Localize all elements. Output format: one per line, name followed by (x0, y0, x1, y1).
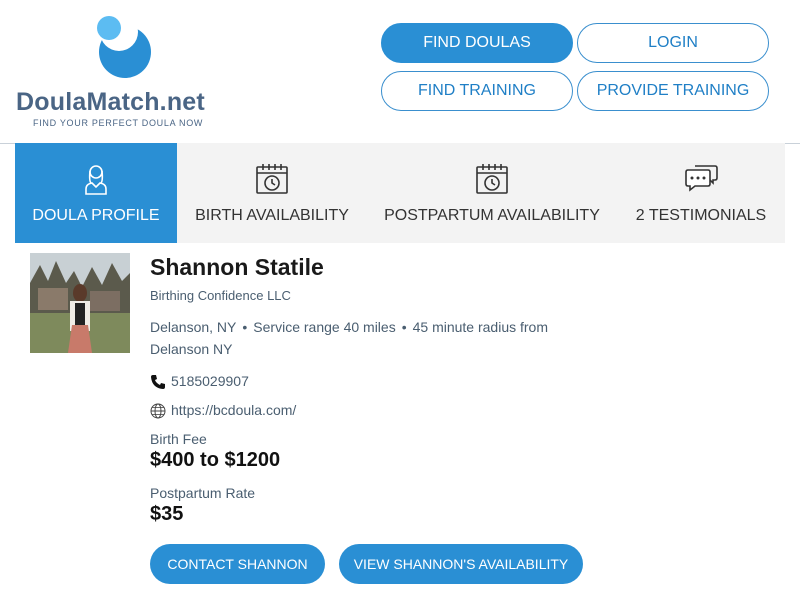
business-name: Birthing Confidence LLC (150, 288, 291, 303)
postpartum-rate-label: Postpartum Rate (150, 485, 256, 501)
birth-fee-value: $400 to $1200 (150, 449, 281, 471)
tab-testimonials[interactable]: 2 TESTIMONIALS (617, 143, 785, 243)
location: Delanson, NY (150, 319, 237, 335)
tab-postpartum-availability[interactable]: POSTPARTUM AVAILABILITY (367, 143, 617, 243)
provide-training-button[interactable]: PROVIDE TRAINING (577, 71, 769, 111)
service-range: Service range 40 miles (253, 319, 396, 335)
doula-logo-icon (97, 13, 151, 78)
view-availability-button[interactable]: VIEW SHANNON'S AVAILABILITY (339, 544, 583, 584)
chat-bubbles-icon (685, 165, 718, 192)
person-icon (85, 165, 107, 195)
site-header: DoulaMatch.net FIND YOUR PERFECT DOULA N… (0, 0, 800, 144)
location-info: Delanson, NY • Service range 40 miles • 45 m… (150, 316, 600, 360)
find-training-button[interactable]: FIND TRAINING (381, 71, 573, 111)
brand-name: DoulaMatch.net (16, 88, 205, 116)
postpartum-rate-value: $35 (150, 503, 184, 525)
tab-doula-profile[interactable]: DOULA PROFILE (15, 143, 177, 243)
globe-icon (150, 403, 166, 419)
phone-number[interactable]: 5185029907 (171, 373, 249, 389)
contact-button[interactable]: CONTACT SHANNON (150, 544, 325, 584)
radius-location: Delanson NY (150, 341, 233, 357)
bullet-separator: • (242, 319, 248, 335)
birth-fee-label: Birth Fee (150, 431, 207, 447)
site-logo[interactable]: DoulaMatch.net FIND YOUR PERFECT DOULA N… (16, 12, 221, 132)
profile-tabs: DOULA PROFILE BIRTH AVAILABILITY POSTPAR… (15, 143, 785, 243)
radius: 45 minute radius from (412, 319, 549, 335)
brand-tagline: FIND YOUR PERFECT DOULA NOW (33, 118, 204, 128)
doula-name: Shannon Statile (150, 254, 324, 280)
tab-label: POSTPARTUM AVAILABILITY (384, 207, 600, 224)
calendar-clock-icon (256, 164, 288, 194)
tab-label: 2 TESTIMONIALS (635, 207, 767, 224)
tab-label: DOULA PROFILE (32, 207, 160, 224)
website-link[interactable]: https://bcdoula.com/ (171, 402, 296, 418)
calendar-clock-icon (476, 164, 508, 194)
tab-label: BIRTH AVAILABILITY (195, 207, 349, 224)
login-button[interactable]: LOGIN (577, 23, 769, 63)
find-doulas-button[interactable]: FIND DOULAS (381, 23, 573, 63)
tab-birth-availability[interactable]: BIRTH AVAILABILITY (177, 143, 367, 243)
bullet-separator: • (401, 319, 407, 335)
doula-photo (30, 253, 130, 353)
phone-icon (151, 375, 165, 389)
